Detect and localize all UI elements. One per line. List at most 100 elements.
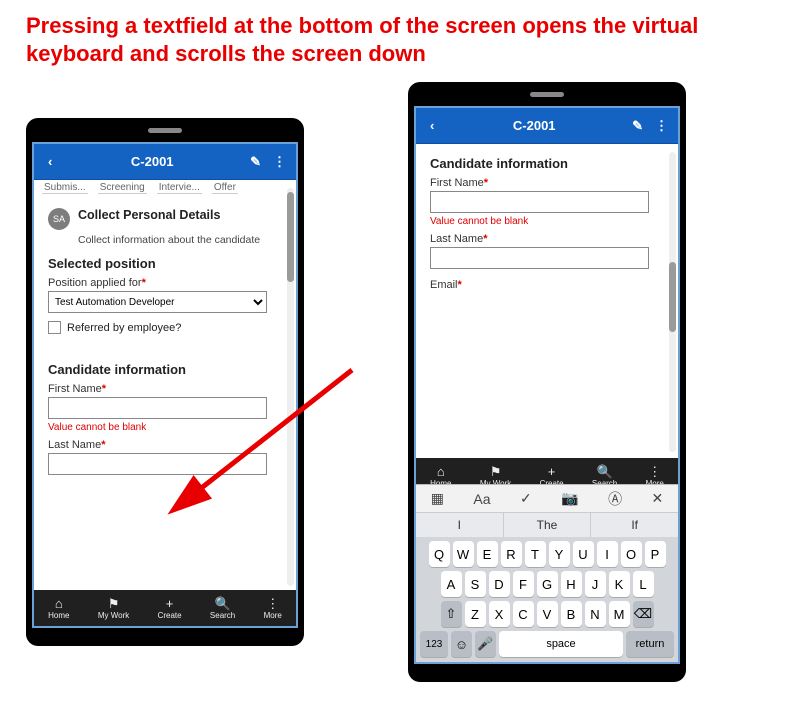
speaker-notch [530,92,564,97]
more-dots-icon: ⋮ [266,597,279,610]
plus-icon: + [548,465,556,478]
key-123[interactable]: 123 [420,631,448,657]
key-space[interactable]: space [499,631,623,657]
kbd-tool-grid-icon[interactable]: ▦ [431,490,444,507]
key-q[interactable]: Q [429,541,450,567]
key-return[interactable]: return [626,631,674,657]
section-selected-position: Selected position [48,256,276,271]
key-t[interactable]: T [525,541,546,567]
kbd-row-4: 123 ☺ 🎤 space return [420,631,674,657]
key-v[interactable]: V [537,601,558,627]
first-name-error: Value cannot be blank [430,216,658,227]
nav-create[interactable]: +Create [158,597,182,620]
key-f[interactable]: F [513,571,534,597]
email-label: Email* [430,279,658,291]
position-select[interactable]: Test Automation Developer [48,291,267,313]
home-icon: ⌂ [437,465,445,478]
first-name-input[interactable] [430,191,649,213]
nav-mywork[interactable]: ⚑My Work [98,597,129,620]
key-w[interactable]: W [453,541,474,567]
edit-icon[interactable]: ✎ [244,150,267,174]
phone-mock-left: ‹ C-2001 ✎ ⋮ Submis... Screening Intervi… [26,118,304,646]
key-backspace[interactable]: ⌫ [633,601,654,627]
first-name-error: Value cannot be blank [48,422,276,433]
app-header: ‹ C-2001 ✎ ⋮ [416,108,678,144]
tab-submission[interactable]: Submis... [42,182,88,194]
kbd-tool-check-icon[interactable]: ✓ [520,490,532,507]
annotation-caption: Pressing a textfield at the bottom of th… [26,12,756,67]
bottom-nav: ⌂Home ⚑My Work +Create 🔍Search ⋮More [34,590,296,626]
screen-left: ‹ C-2001 ✎ ⋮ Submis... Screening Intervi… [32,142,298,628]
key-emoji[interactable]: ☺ [451,631,472,657]
nav-home[interactable]: ⌂Home [48,597,69,620]
key-j[interactable]: J [585,571,606,597]
search-icon: 🔍 [596,465,612,478]
screen-right: ‹ C-2001 ✎ ⋮ Candidate information First… [414,106,680,664]
sugg-1[interactable]: I [416,513,504,537]
key-x[interactable]: X [489,601,510,627]
scrollbar-track[interactable] [669,152,676,452]
kbd-tool-pen-icon[interactable]: Ⓐ [608,489,622,509]
keyboard-toolbar: ▦ Aa ✓ 📷 Ⓐ ✕ [416,485,678,513]
tab-interview[interactable]: Intervie... [157,182,202,194]
last-name-input[interactable] [48,453,267,475]
home-icon: ⌂ [55,597,63,610]
scrollbar-track[interactable] [287,188,294,586]
key-u[interactable]: U [573,541,594,567]
back-icon[interactable]: ‹ [40,150,60,173]
key-r[interactable]: R [501,541,522,567]
page-title: C-2001 [60,154,244,169]
key-o[interactable]: O [621,541,642,567]
scrollbar-thumb[interactable] [287,192,294,282]
position-label: Position applied for* [48,277,276,289]
key-y[interactable]: Y [549,541,570,567]
key-z[interactable]: Z [465,601,486,627]
sugg-2[interactable]: The [504,513,592,537]
avatar: SA [48,208,70,230]
first-name-input[interactable] [48,397,267,419]
key-a[interactable]: A [441,571,462,597]
key-e[interactable]: E [477,541,498,567]
last-name-label: Last Name* [430,233,658,245]
nav-search[interactable]: 🔍Search [210,597,235,620]
referred-label: Referred by employee? [67,322,181,334]
last-name-input[interactable] [430,247,649,269]
kbd-close-icon[interactable]: ✕ [652,490,664,507]
key-h[interactable]: H [561,571,582,597]
tab-screening[interactable]: Screening [98,182,147,194]
collect-subtitle: Collect information about the candidate [48,234,276,246]
key-n[interactable]: N [585,601,606,627]
key-g[interactable]: G [537,571,558,597]
kbd-tool-font-icon[interactable]: Aa [473,491,490,507]
more-icon[interactable]: ⋮ [649,114,672,138]
nav-more[interactable]: ⋮More [264,597,282,620]
first-name-label: First Name* [430,177,658,189]
key-c[interactable]: C [513,601,534,627]
collect-title: Collect Personal Details [78,208,220,222]
key-l[interactable]: L [633,571,654,597]
keyboard-suggestions: I The If [416,513,678,537]
key-s[interactable]: S [465,571,486,597]
section-candidate-info: Candidate information [430,156,658,171]
scrollbar-thumb[interactable] [669,262,676,332]
key-m[interactable]: M [609,601,630,627]
key-d[interactable]: D [489,571,510,597]
key-i[interactable]: I [597,541,618,567]
key-b[interactable]: B [561,601,582,627]
key-shift[interactable]: ⇧ [441,601,462,627]
kbd-tool-camera-icon[interactable]: 📷 [561,490,578,507]
referred-checkbox[interactable] [48,321,61,334]
key-p[interactable]: P [645,541,666,567]
key-mic[interactable]: 🎤 [475,631,496,657]
edit-icon[interactable]: ✎ [626,114,649,138]
key-k[interactable]: K [609,571,630,597]
tab-offer[interactable]: Offer [212,182,238,194]
referred-row[interactable]: Referred by employee? [48,321,276,334]
back-icon[interactable]: ‹ [422,114,442,137]
sugg-3[interactable]: If [591,513,678,537]
plus-icon: + [166,597,174,610]
first-name-label: First Name* [48,383,276,395]
app-header: ‹ C-2001 ✎ ⋮ [34,144,296,180]
kbd-row-3: ⇧ Z X C V B N M ⌫ [420,601,674,627]
more-icon[interactable]: ⋮ [267,150,290,174]
